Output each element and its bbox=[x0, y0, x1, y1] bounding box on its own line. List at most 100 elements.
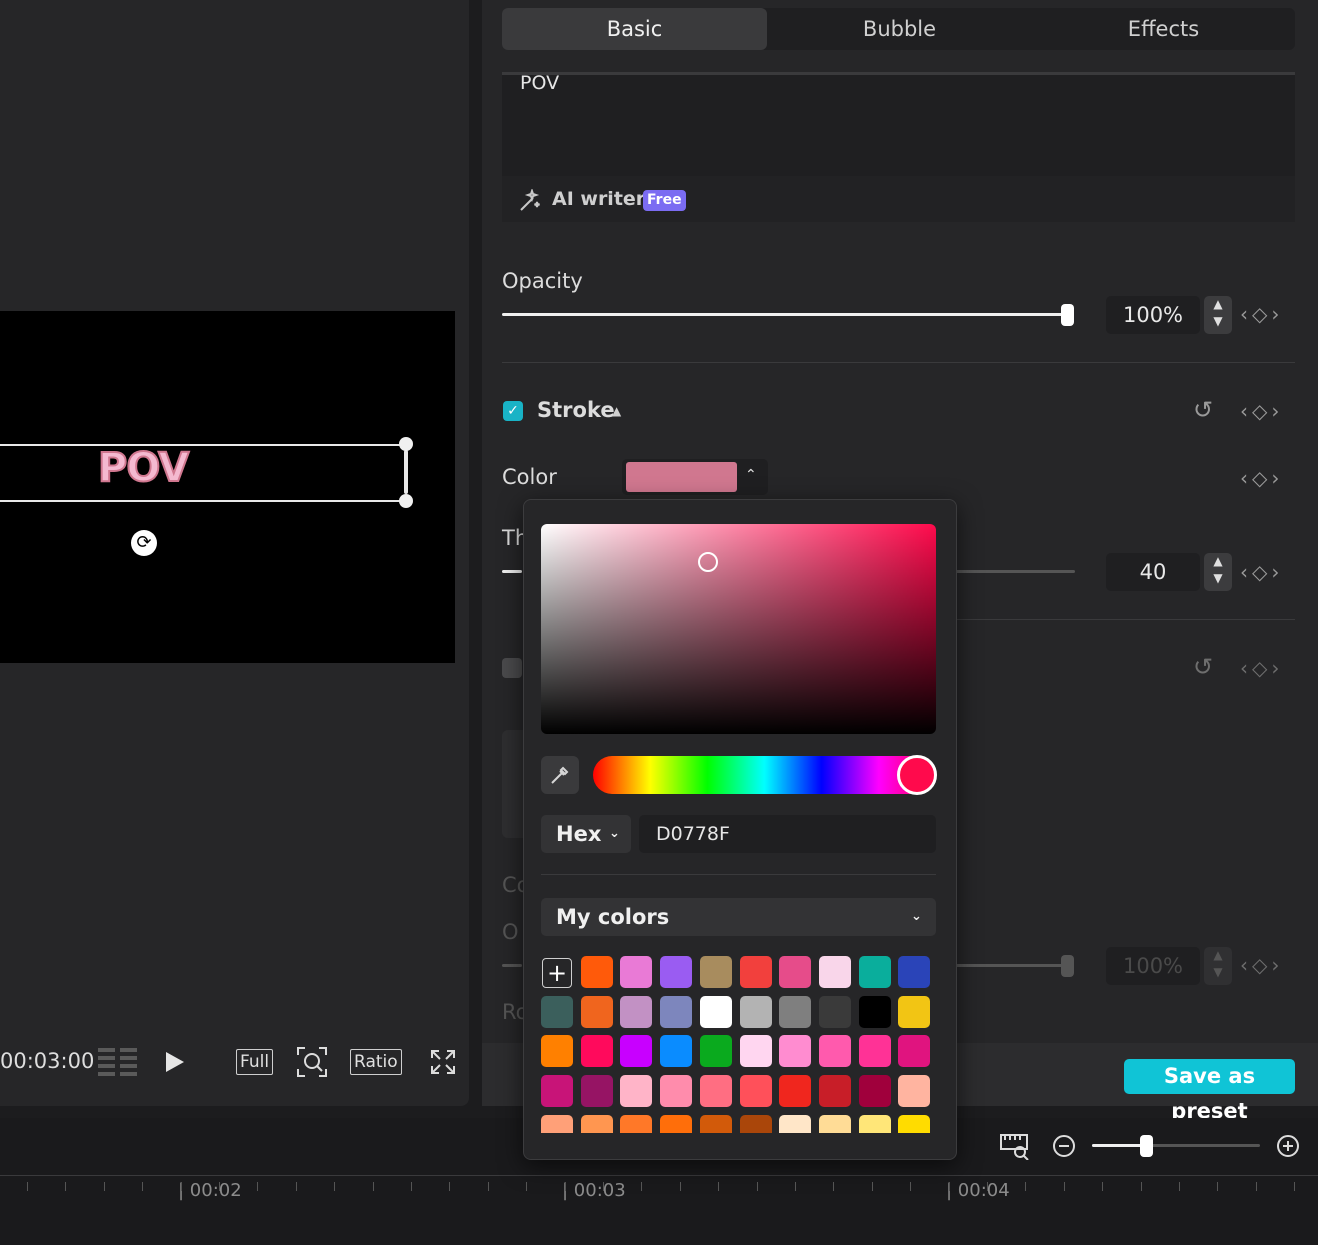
saturation-value-area[interactable] bbox=[541, 524, 936, 734]
color-swatch[interactable] bbox=[858, 1114, 891, 1133]
full-button[interactable]: Full bbox=[236, 1049, 274, 1075]
preview-track-icon[interactable] bbox=[1000, 1132, 1030, 1164]
stroke-label[interactable]: Stroke bbox=[537, 398, 615, 422]
hue-slider[interactable] bbox=[593, 756, 936, 794]
zoom-in-icon[interactable] bbox=[1276, 1134, 1302, 1164]
opacity-value[interactable]: 100% bbox=[1106, 296, 1200, 334]
color-swatch[interactable] bbox=[699, 1114, 732, 1133]
color-swatch[interactable] bbox=[779, 995, 812, 1028]
hex-input[interactable]: D0778F bbox=[639, 815, 936, 853]
color-mode-dropdown[interactable]: Hex ⌄ bbox=[541, 815, 631, 853]
text-input-area[interactable] bbox=[502, 72, 1295, 177]
timeline-zoom-fill[interactable] bbox=[1092, 1144, 1146, 1147]
color-swatch[interactable] bbox=[818, 1035, 851, 1068]
thickness-value[interactable]: 40 bbox=[1106, 553, 1200, 591]
thickness-slider-track[interactable] bbox=[955, 570, 1075, 573]
saturation-value-cursor[interactable] bbox=[698, 552, 718, 572]
color-swatch[interactable] bbox=[739, 1114, 772, 1133]
color-swatch[interactable] bbox=[541, 1075, 573, 1108]
color-swatch[interactable] bbox=[779, 1114, 812, 1133]
thickness-stepper[interactable]: ▲ ▼ bbox=[1204, 553, 1232, 591]
reset-icon[interactable]: ↺ bbox=[1193, 396, 1213, 424]
video-canvas[interactable] bbox=[0, 311, 455, 663]
color-swatch[interactable] bbox=[818, 956, 851, 988]
opacity-stepper[interactable]: ▲ ▼ bbox=[1204, 296, 1232, 334]
caret-up-icon[interactable]: ▲ bbox=[612, 404, 621, 418]
zoom-fit-icon[interactable] bbox=[296, 1046, 328, 1082]
opacity-slider-track[interactable] bbox=[502, 313, 1068, 316]
timeline-zoom-thumb[interactable] bbox=[1140, 1135, 1153, 1157]
color-swatch[interactable] bbox=[699, 1035, 732, 1068]
play-icon[interactable] bbox=[164, 1050, 186, 1078]
color-swatch[interactable] bbox=[699, 995, 732, 1028]
color-swatch[interactable] bbox=[660, 995, 693, 1028]
color-swatch[interactable] bbox=[541, 1035, 573, 1068]
ratio-button[interactable]: Ratio bbox=[350, 1049, 402, 1075]
color-swatch[interactable] bbox=[779, 1075, 812, 1108]
thickness-keyframe-icon[interactable]: ‹◇› bbox=[1240, 560, 1283, 584]
stroke-checkbox[interactable]: ✓ bbox=[503, 401, 523, 421]
eyedropper-icon[interactable] bbox=[541, 756, 579, 794]
color-swatch[interactable] bbox=[660, 1075, 693, 1108]
color-swatch[interactable] bbox=[620, 1035, 653, 1068]
reset-icon[interactable]: ↺ bbox=[1193, 653, 1213, 681]
opacity-slider-thumb[interactable] bbox=[1061, 304, 1074, 326]
color-swatch[interactable] bbox=[580, 995, 613, 1028]
resize-handle-top-right[interactable] bbox=[399, 437, 413, 451]
ai-writer-label[interactable]: AI writer bbox=[552, 188, 645, 210]
color-swatch[interactable] bbox=[541, 995, 573, 1028]
selection-edge-handle[interactable] bbox=[404, 450, 408, 494]
color-swatch[interactable] bbox=[580, 956, 613, 988]
color-swatch-current[interactable] bbox=[626, 462, 737, 492]
color-swatch[interactable] bbox=[541, 1114, 573, 1133]
color-swatch[interactable] bbox=[858, 956, 891, 988]
color-swatch[interactable] bbox=[660, 1035, 693, 1068]
opacity-keyframe-icon[interactable]: ‹◇› bbox=[1240, 302, 1283, 326]
color-swatch[interactable] bbox=[739, 956, 772, 988]
thickness-slider-fill[interactable] bbox=[502, 570, 522, 573]
stroke-keyframe-icon[interactable]: ‹◇› bbox=[1240, 399, 1283, 423]
tab-basic[interactable]: Basic bbox=[502, 8, 767, 50]
color-swatch[interactable] bbox=[660, 1114, 693, 1133]
color-swatch[interactable] bbox=[580, 1114, 613, 1133]
color-swatch[interactable] bbox=[818, 1114, 851, 1133]
color-swatch[interactable] bbox=[620, 1114, 653, 1133]
color-swatch[interactable] bbox=[779, 1035, 812, 1068]
color-swatch[interactable] bbox=[699, 1075, 732, 1108]
color-swatch[interactable] bbox=[898, 1075, 931, 1108]
add-color-button[interactable]: + bbox=[542, 958, 572, 988]
color-swatch[interactable] bbox=[620, 995, 653, 1028]
color-swatch[interactable] bbox=[818, 995, 851, 1028]
resize-handle-bottom-right[interactable] bbox=[399, 494, 413, 508]
hue-slider-thumb[interactable] bbox=[897, 755, 937, 795]
color-swatch[interactable] bbox=[739, 995, 772, 1028]
color-swatch[interactable] bbox=[660, 956, 693, 988]
color-swatch[interactable] bbox=[898, 1035, 931, 1068]
color-swatch[interactable] bbox=[898, 956, 931, 988]
color-swatch[interactable] bbox=[580, 1075, 613, 1108]
chevron-up-icon[interactable]: ⌃ bbox=[745, 467, 757, 483]
color-swatch[interactable] bbox=[739, 1075, 772, 1108]
color-swatch[interactable] bbox=[898, 995, 931, 1028]
save-as-preset-button[interactable]: Save as preset bbox=[1124, 1059, 1295, 1123]
color-swatch[interactable] bbox=[620, 956, 653, 988]
color-swatch[interactable] bbox=[580, 1035, 613, 1068]
zoom-out-icon[interactable] bbox=[1052, 1134, 1078, 1164]
grid-view-icon[interactable] bbox=[98, 1048, 138, 1076]
my-colors-dropdown[interactable]: My colors ⌄ bbox=[541, 898, 936, 936]
shadow-checkbox[interactable] bbox=[502, 658, 522, 678]
color-swatch[interactable] bbox=[818, 1075, 851, 1108]
color-swatch[interactable] bbox=[739, 1035, 772, 1068]
color-swatch[interactable] bbox=[858, 1035, 891, 1068]
color-swatch[interactable] bbox=[898, 1114, 931, 1133]
rotate-icon[interactable]: ⟳ bbox=[131, 530, 157, 556]
color-swatch[interactable] bbox=[779, 956, 812, 988]
tab-bubble[interactable]: Bubble bbox=[767, 8, 1032, 50]
color-swatch[interactable] bbox=[620, 1075, 653, 1108]
shadow-keyframe-icon[interactable]: ‹◇› bbox=[1240, 656, 1283, 680]
color-swatch[interactable] bbox=[699, 956, 732, 988]
color-keyframe-icon[interactable]: ‹◇› bbox=[1240, 466, 1283, 490]
color-swatch[interactable] bbox=[858, 1075, 891, 1108]
color-swatch[interactable] bbox=[858, 995, 891, 1028]
fullscreen-icon[interactable] bbox=[430, 1049, 456, 1079]
